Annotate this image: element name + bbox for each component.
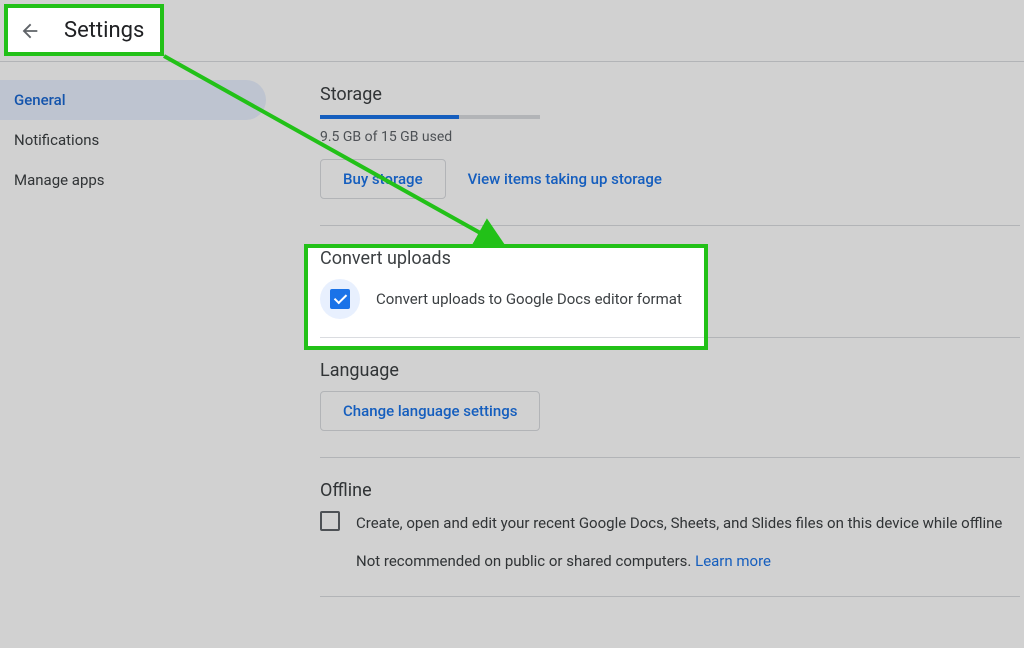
storage-section: Storage 9.5 GB of 15 GB used Buy storage… xyxy=(320,84,1024,226)
offline-subtext: Not recommended on public or shared comp… xyxy=(356,552,691,570)
checkbox-halo xyxy=(320,279,360,319)
storage-title: Storage xyxy=(320,84,1024,105)
convert-uploads-label: Convert uploads to Google Docs editor fo… xyxy=(376,290,682,308)
back-button[interactable] xyxy=(18,19,42,43)
offline-section: Offline Create, open and edit your recen… xyxy=(320,480,1024,597)
offline-checkbox[interactable] xyxy=(320,511,340,531)
sidebar-item-manage-apps[interactable]: Manage apps xyxy=(0,160,266,200)
sidebar-item-general[interactable]: General xyxy=(0,80,266,120)
convert-uploads-checkbox[interactable] xyxy=(330,289,350,309)
divider xyxy=(320,337,1020,338)
offline-label-text: Create, open and edit your recent Google… xyxy=(356,514,1002,532)
settings-main: Storage 9.5 GB of 15 GB used Buy storage… xyxy=(280,62,1024,648)
arrow-left-icon xyxy=(19,20,41,42)
convert-uploads-title: Convert uploads xyxy=(320,248,1024,269)
language-title: Language xyxy=(320,360,1024,381)
change-language-button[interactable]: Change language settings xyxy=(320,391,540,431)
sidebar-item-notifications[interactable]: Notifications xyxy=(0,120,266,160)
page-title: Settings xyxy=(64,18,144,43)
storage-progress xyxy=(320,115,540,119)
divider xyxy=(320,457,1020,458)
divider xyxy=(320,225,1020,226)
offline-learn-more-link[interactable]: Learn more xyxy=(695,552,771,570)
offline-title: Offline xyxy=(320,480,1024,501)
language-section: Language Change language settings xyxy=(320,360,1024,458)
settings-sidebar: General Notifications Manage apps xyxy=(0,62,280,648)
buy-storage-button[interactable]: Buy storage xyxy=(320,159,446,199)
convert-uploads-section: Convert uploads Convert uploads to Googl… xyxy=(320,248,1024,337)
divider xyxy=(320,596,1020,597)
storage-caption: 9.5 GB of 15 GB used xyxy=(320,129,1024,145)
view-storage-items-link[interactable]: View items taking up storage xyxy=(468,170,662,188)
header: Settings xyxy=(0,0,1024,62)
offline-label: Create, open and edit your recent Google… xyxy=(356,511,1002,574)
storage-progress-fill xyxy=(320,115,459,119)
